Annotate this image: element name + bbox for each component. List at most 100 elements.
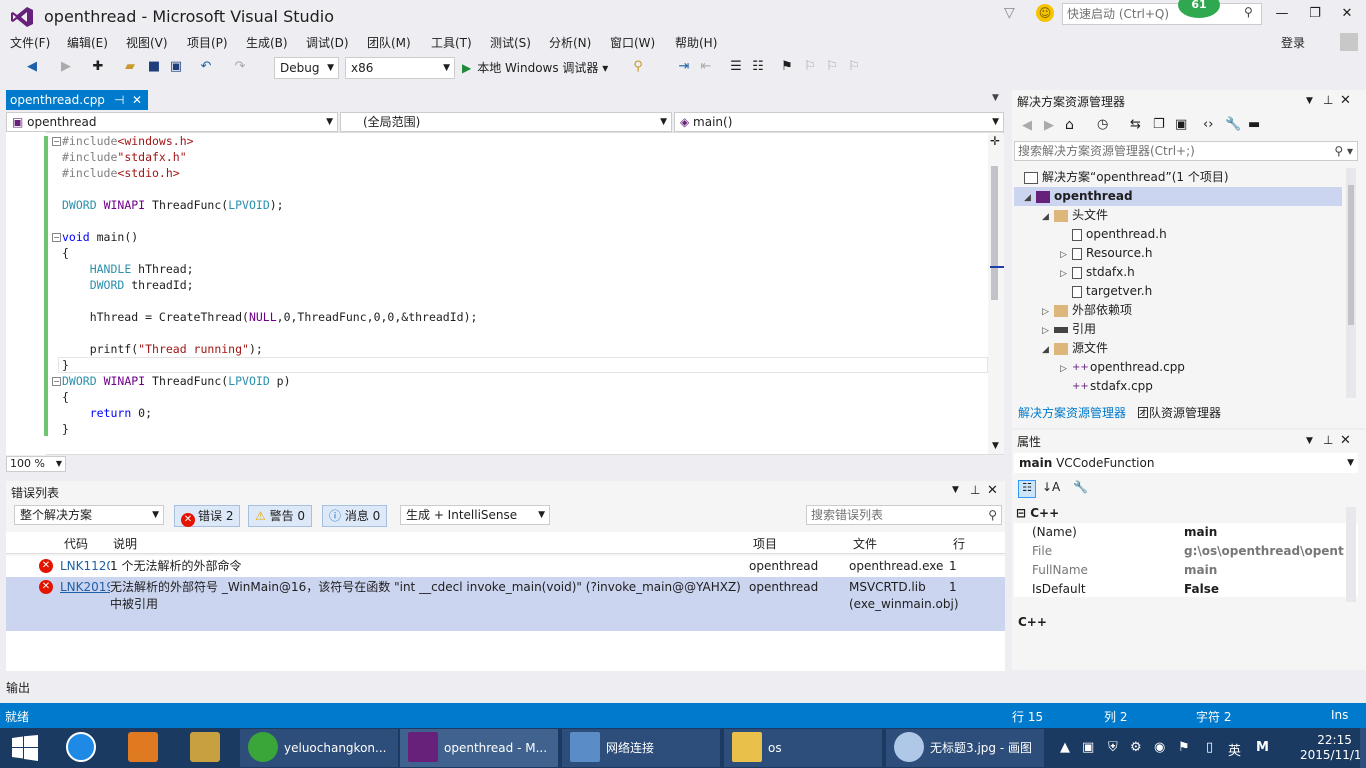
k-app-icon[interactable] (66, 732, 96, 762)
expand-icon[interactable]: ◢ (1024, 189, 1036, 208)
tab-team-explorer[interactable]: 团队资源管理器 (1137, 404, 1221, 421)
history-icon[interactable]: ◷ (1097, 117, 1108, 132)
tree-item-file[interactable]: ++stdafx.cpp (1072, 377, 1153, 396)
office-app-icon[interactable] (128, 732, 158, 762)
solution-search-input[interactable]: 搜索解决方案资源管理器(Ctrl+;) ⚲ ▾ (1014, 141, 1358, 161)
tools-app-icon[interactable] (190, 732, 220, 762)
clear-bookmarks-icon[interactable]: ⚐ (846, 59, 862, 75)
collapse-all-icon[interactable]: ❐ (1153, 117, 1165, 132)
step-disabled-icon[interactable]: ⇤ (698, 59, 714, 75)
warnings-filter-button[interactable]: ⚠ 警告 0 (248, 505, 313, 527)
error-code[interactable]: LNK2019 (60, 579, 110, 596)
user-avatar-icon[interactable] (1340, 33, 1358, 51)
error-code[interactable]: LNK1120 (60, 558, 110, 575)
zoom-select[interactable]: 100 % ▼ (6, 456, 66, 472)
expand-icon[interactable]: ▷ (1060, 360, 1072, 379)
tray-ime-mode-icon[interactable]: M (1256, 740, 1269, 755)
tree-item-header-files[interactable]: ◢ 头文件 (1042, 206, 1108, 225)
tree-item-file[interactable]: ▷ stdafx.h (1060, 263, 1135, 282)
solution-platform-select[interactable]: x86 ▼ (345, 57, 455, 79)
table-row[interactable]: ✕ LNK1120 1 个无法解析的外部命令 openthread openth… (6, 556, 1005, 577)
tray-flag-icon[interactable]: ⚑ (1178, 740, 1190, 755)
property-category[interactable]: ⊟ C++ (1014, 504, 1358, 523)
global-scope-select[interactable]: (全局范围) ▼ (340, 112, 672, 132)
menu-test[interactable]: 测试(S) (490, 34, 531, 51)
error-search-input[interactable]: 搜索错误列表 ⚲ (806, 505, 1002, 525)
property-pages-icon[interactable]: 🔧 (1073, 480, 1088, 494)
sync-icon[interactable]: ⇆ (1130, 117, 1141, 132)
tray-office-icon[interactable]: ▣ (1082, 740, 1094, 755)
solution-config-select[interactable]: Debug ▼ (274, 57, 339, 79)
next-bookmark-icon[interactable]: ⚐ (824, 59, 840, 75)
function-select[interactable]: ◈ main() ▼ (674, 112, 1004, 132)
split-window-icon[interactable]: ✛ (990, 134, 1000, 148)
tab-overflow-icon[interactable]: ▼ (992, 93, 999, 103)
comment-icon[interactable]: ☰ (728, 59, 744, 75)
scrollbar-thumb[interactable] (1348, 185, 1354, 325)
redo-icon[interactable]: ↷ (232, 59, 248, 75)
expand-icon[interactable]: ◢ (1042, 341, 1054, 360)
minus-icon[interactable]: ▬ (1248, 117, 1260, 132)
forward-icon[interactable]: ▶ (1044, 118, 1054, 133)
tab-openthread-cpp[interactable]: openthread.cpp ⊣ ✕ (6, 90, 148, 110)
search-icon[interactable]: ⚲ (1244, 5, 1253, 19)
close-button[interactable]: ✕ (1335, 6, 1359, 24)
collapse-icon[interactable]: − (52, 137, 61, 146)
back-icon[interactable]: ◀ (1022, 118, 1032, 133)
menu-debug[interactable]: 调试(D) (306, 34, 349, 51)
menu-build[interactable]: 生成(B) (246, 34, 288, 51)
login-link[interactable]: 登录 (1281, 34, 1305, 51)
tree-item-source-files[interactable]: ◢ 源文件 (1042, 339, 1108, 358)
properties-vertical-scrollbar[interactable] (1346, 507, 1356, 602)
close-icon[interactable]: ✕ (987, 483, 998, 498)
collapse-icon[interactable]: − (52, 377, 61, 386)
tree-item-file[interactable]: ▷ Resource.h (1060, 244, 1152, 263)
menu-view[interactable]: 视图(V) (126, 34, 168, 51)
tree-item-file[interactable]: openthread.h (1072, 225, 1167, 244)
tray-ime-indicator[interactable]: 英 (1228, 740, 1241, 759)
start-debugging-button[interactable]: ▶ 本地 Windows 调试器 ▾ (462, 59, 608, 76)
property-row[interactable]: IsDefault False (1014, 580, 1358, 597)
col-header-line[interactable]: 行 (953, 535, 965, 552)
pin-icon[interactable]: ⊥ (970, 483, 980, 497)
panel-menu-icon[interactable]: ▼ (952, 485, 959, 495)
tray-battery-icon[interactable]: ▯ (1206, 740, 1213, 755)
tree-item-references[interactable]: ▷ 引用 (1042, 320, 1096, 339)
tab-output[interactable]: 输出 (6, 679, 30, 696)
minimize-button[interactable]: — (1270, 6, 1294, 24)
step-icon[interactable]: ⇥ (676, 59, 692, 75)
maximize-button[interactable]: ❐ (1303, 6, 1327, 24)
close-icon[interactable]: ✕ (132, 90, 142, 110)
tab-solution-explorer[interactable]: 解决方案资源管理器 (1018, 404, 1126, 421)
categorized-icon[interactable]: ☷ (1018, 480, 1036, 498)
navigate-forward-icon[interactable]: ▶ (58, 59, 74, 75)
new-project-icon[interactable]: ✚ (90, 59, 106, 75)
errors-filter-button[interactable]: ✕ 错误 2 (174, 505, 241, 527)
expand-icon[interactable]: ◢ (1042, 208, 1054, 227)
expand-icon[interactable]: ▷ (1060, 265, 1072, 284)
taskbar-clock[interactable]: 22:15 2015/11/12 (1300, 733, 1366, 763)
menu-analyze[interactable]: 分析(N) (549, 34, 591, 51)
feedback-smiley-icon[interactable]: ☺ (1036, 4, 1054, 22)
pin-icon[interactable]: ⊥ (1323, 93, 1333, 107)
col-header-file[interactable]: 文件 (853, 535, 877, 552)
find-in-files-icon[interactable]: ⚲ (630, 59, 646, 75)
scrollbar-thumb[interactable] (991, 166, 998, 300)
alphabetical-icon[interactable]: ↓A (1042, 480, 1060, 494)
property-row[interactable]: File g:\os\openthread\openth (1014, 542, 1358, 561)
close-icon[interactable]: ✕ (1340, 93, 1351, 108)
panel-menu-icon[interactable]: ▼ (1306, 436, 1313, 446)
tree-item-solution[interactable]: 解决方案“openthread”(1 个项目) (1024, 168, 1229, 187)
notification-filter-icon[interactable]: ▽ (1004, 5, 1022, 23)
messages-filter-button[interactable]: ⓘ 消息 0 (322, 505, 388, 527)
panel-menu-icon[interactable]: ▼ (1306, 96, 1313, 106)
view-code-icon[interactable]: ‹› (1203, 117, 1213, 132)
save-icon[interactable]: ■ (146, 59, 162, 75)
tree-item-file[interactable]: ▷ ++openthread.cpp (1060, 358, 1185, 377)
tray-gear-icon[interactable]: ⚙ (1130, 740, 1142, 755)
menu-tools[interactable]: 工具(T) (431, 34, 472, 51)
save-all-icon[interactable]: ▣ (168, 59, 184, 75)
col-header-code[interactable]: 代码 (64, 535, 88, 552)
uncomment-icon[interactable]: ☷ (750, 59, 766, 75)
col-header-project[interactable]: 项目 (753, 535, 777, 552)
